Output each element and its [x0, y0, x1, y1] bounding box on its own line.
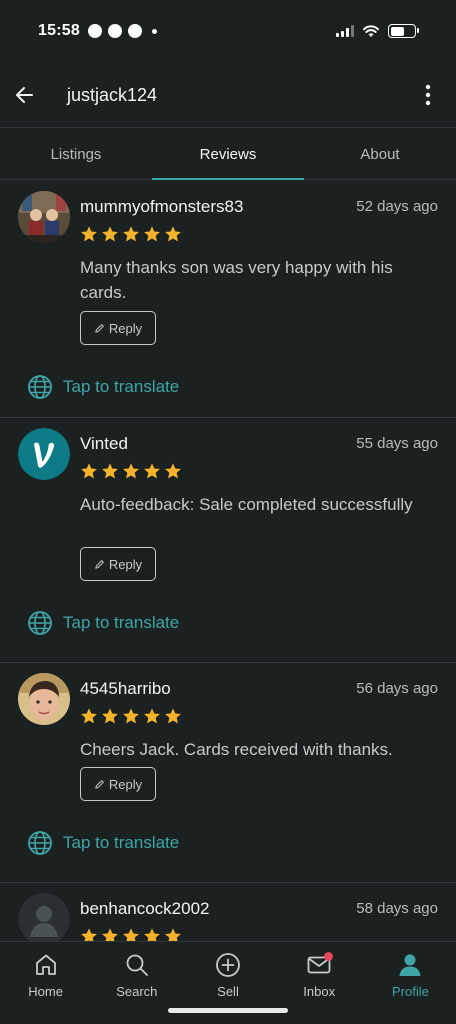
pencil-icon: [95, 559, 104, 569]
nav-profile[interactable]: Profile: [365, 942, 456, 1024]
nav-home[interactable]: Home: [0, 942, 91, 1024]
reply-label: Reply: [108, 320, 143, 336]
review-comment: Auto-feedback: Sale completed successful…: [80, 495, 413, 514]
back-arrow-icon[interactable]: [10, 80, 40, 110]
status-indicators: [336, 24, 419, 38]
cellular-signal-icon: [336, 25, 354, 37]
more-options-icon[interactable]: [416, 80, 440, 110]
translate-label: Tap to translate: [63, 833, 180, 852]
tab-reviews[interactable]: Reviews: [152, 128, 304, 180]
review-date: 58 days ago: [356, 900, 438, 917]
k-app-icon: [128, 24, 142, 38]
star-icon: [81, 226, 97, 242]
more-notifications-dot: [152, 28, 157, 34]
star-rating: [80, 462, 182, 480]
battery-icon: [388, 24, 419, 38]
user-avatar[interactable]: [18, 191, 70, 243]
reply-label: Reply: [108, 556, 143, 572]
pencil-icon: [95, 323, 104, 333]
translate-label: Tap to translate: [63, 613, 180, 632]
messages-icon: [88, 24, 102, 38]
profile-icon: [399, 954, 421, 976]
tab-about[interactable]: About: [304, 128, 456, 179]
star-icon: [123, 226, 139, 242]
star-icon: [102, 226, 118, 242]
nav-home-label: Home: [28, 984, 63, 999]
star-rating: [80, 707, 182, 725]
page-title: justjack124: [67, 85, 158, 105]
review-comment: Many thanks son was very happy with his …: [80, 258, 393, 302]
translate-link[interactable]: Tap to translate: [27, 830, 179, 856]
review-comment: Cheers Jack. Cards received with thanks.: [80, 740, 393, 759]
translate-label: Tap to translate: [63, 377, 180, 396]
globe-icon: [28, 611, 52, 635]
nav-inbox-label: Inbox: [303, 984, 336, 999]
vinted-logo-avatar[interactable]: [18, 428, 70, 480]
star-icon: [102, 708, 118, 724]
plus-circle-icon: [216, 953, 240, 977]
default-avatar-icon[interactable]: [18, 893, 70, 945]
review-item: Vinted 55 days ago Auto-feedback: Sale c…: [0, 418, 456, 663]
review-date: 52 days ago: [356, 198, 438, 215]
tab-listings[interactable]: Listings: [0, 128, 152, 179]
review-item: 4545harribo 56 days ago Cheers Jack. Car…: [0, 663, 456, 883]
review-date: 56 days ago: [356, 680, 438, 697]
star-icon: [144, 226, 160, 242]
reply-button[interactable]: Reply: [80, 547, 156, 581]
review-date: 55 days ago: [356, 435, 438, 452]
profile-header: justjack124: [0, 62, 456, 128]
review-item: mummyofmonsters83 52 days ago Many thank…: [0, 181, 456, 418]
star-icon: [123, 463, 139, 479]
status-notification-icons: [88, 24, 157, 38]
home-icon: [35, 954, 56, 975]
star-icon: [165, 708, 181, 724]
translate-link[interactable]: Tap to translate: [27, 610, 179, 636]
notification-badge: [323, 952, 333, 961]
whatsapp-icon: [108, 24, 122, 38]
user-avatar[interactable]: [18, 673, 70, 725]
home-indicator: [168, 1008, 288, 1013]
status-bar: 15:58: [0, 0, 456, 62]
nav-profile-label: Profile: [391, 984, 429, 999]
reviews-list: mummyofmonsters83 52 days ago Many thank…: [0, 181, 456, 1003]
reply-button[interactable]: Reply: [80, 311, 156, 345]
reply-label: Reply: [108, 776, 143, 792]
review-username[interactable]: benhancock2002: [80, 899, 210, 919]
star-icon: [102, 463, 118, 479]
star-icon: [165, 226, 181, 242]
status-time: 15:58: [38, 22, 80, 39]
translate-link[interactable]: Tap to translate: [27, 374, 179, 400]
globe-icon: [28, 831, 52, 855]
profile-tabs: Listings Reviews About: [0, 128, 456, 180]
search-icon: [126, 954, 148, 976]
star-icon: [144, 708, 160, 724]
review-username[interactable]: Vinted: [80, 434, 128, 454]
wifi-icon: [363, 25, 379, 37]
app-screen: 15:58 justjack124 Listings Reviews About…: [0, 0, 456, 1024]
star-icon: [81, 708, 97, 724]
nav-search-label: Search: [116, 984, 158, 999]
star-icon: [144, 463, 160, 479]
reply-button[interactable]: Reply: [80, 767, 156, 801]
star-icon: [81, 463, 97, 479]
star-rating: [80, 225, 182, 243]
review-username[interactable]: 4545harribo: [80, 679, 171, 699]
star-icon: [123, 708, 139, 724]
review-username[interactable]: mummyofmonsters83: [80, 197, 243, 217]
star-icon: [165, 463, 181, 479]
globe-icon: [28, 375, 52, 399]
pencil-icon: [95, 779, 104, 789]
nav-sell-label: Sell: [217, 984, 239, 999]
